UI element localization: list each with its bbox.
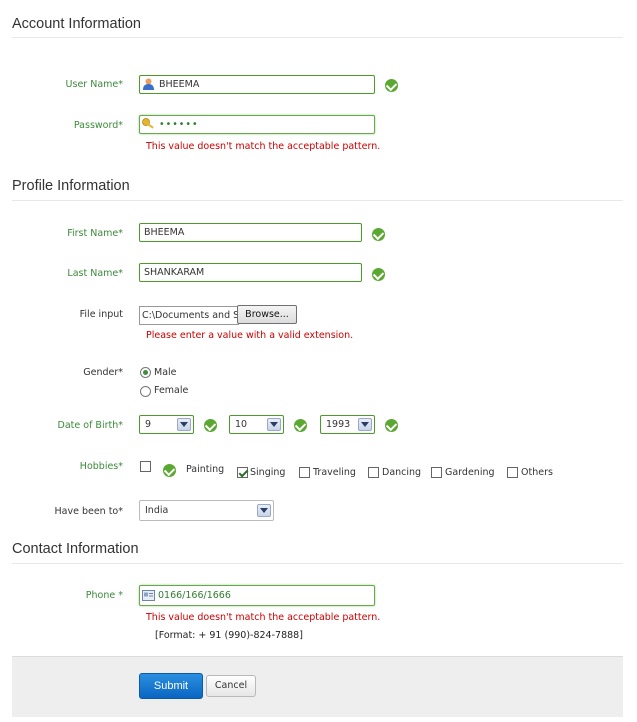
divider xyxy=(12,37,623,38)
dob-year-value: 1993 xyxy=(326,419,351,430)
dob-month-value: 10 xyxy=(235,419,248,430)
phone-field[interactable]: 0166/166/1666 xyxy=(139,585,375,606)
hobby-traveling-checkbox[interactable] xyxy=(299,467,310,478)
phone-format-hint: [Format: + 91 (990)-824-7888] xyxy=(155,630,303,641)
divider xyxy=(12,563,623,564)
gender-male-label: Male xyxy=(154,367,177,378)
chevron-down-icon[interactable] xyxy=(257,504,271,517)
last-name-field[interactable]: SHANKARAM xyxy=(139,263,362,282)
gender-female-label: Female xyxy=(154,385,189,396)
valid-check-icon xyxy=(385,419,398,432)
hobby-painting-label: Painting xyxy=(186,464,225,475)
been-to-select[interactable]: India xyxy=(139,500,274,521)
password-label: Password* xyxy=(73,120,123,131)
dob-month-select[interactable]: 10 xyxy=(229,415,284,434)
key-icon xyxy=(142,118,155,130)
hobbies-label: Hobbies* xyxy=(79,461,123,472)
gender-female-radio[interactable] xyxy=(140,386,151,397)
browse-button[interactable]: Browse... xyxy=(237,305,297,324)
dob-day-select[interactable]: 9 xyxy=(139,415,194,434)
section-title-contact: Contact Information xyxy=(12,541,139,557)
valid-check-icon xyxy=(204,419,217,432)
username-field[interactable]: BHEEMA xyxy=(139,75,375,94)
last-name-label: Last Name* xyxy=(67,268,123,279)
chevron-down-icon[interactable] xyxy=(177,418,191,431)
cancel-button[interactable]: Cancel xyxy=(206,675,256,697)
divider xyxy=(12,200,623,201)
phone-value: 0166/166/1666 xyxy=(158,590,231,601)
password-value: •••••• xyxy=(159,119,199,130)
file-input-field[interactable]: C:\Documents and S xyxy=(139,306,239,325)
valid-check-icon xyxy=(372,268,385,281)
file-error: Please enter a value with a valid extens… xyxy=(146,330,354,341)
chevron-down-icon[interactable] xyxy=(267,418,281,431)
valid-check-icon xyxy=(385,79,398,92)
hobby-singing-checkbox[interactable] xyxy=(237,467,248,478)
hobby-gardening-label: Gardening xyxy=(445,467,495,478)
valid-check-icon xyxy=(372,228,385,241)
gender-male-radio[interactable] xyxy=(140,367,151,378)
hobby-gardening-checkbox[interactable] xyxy=(431,467,442,478)
hobby-dancing-label: Dancing xyxy=(382,467,422,478)
username-label: User Name* xyxy=(65,79,123,90)
user-icon xyxy=(143,78,154,90)
first-name-label: First Name* xyxy=(67,228,123,239)
submit-button[interactable]: Submit xyxy=(139,673,203,699)
dob-day-value: 9 xyxy=(145,419,152,430)
hobby-others-checkbox[interactable] xyxy=(507,467,518,478)
hobby-painting-checkbox[interactable] xyxy=(140,461,151,472)
dob-label: Date of Birth* xyxy=(57,420,123,431)
phone-label: Phone * xyxy=(85,590,123,601)
dob-year-select[interactable]: 1993 xyxy=(320,415,375,434)
hobby-dancing-checkbox[interactable] xyxy=(368,467,379,478)
section-title-profile: Profile Information xyxy=(12,178,130,194)
chevron-down-icon[interactable] xyxy=(358,418,372,431)
file-input-label: File input xyxy=(79,309,123,320)
hobby-singing-label: Singing xyxy=(250,467,286,478)
phone-card-icon xyxy=(142,589,155,601)
password-error: This value doesn't match the acceptable … xyxy=(146,141,381,152)
phone-error: This value doesn't match the acceptable … xyxy=(146,612,381,623)
valid-check-icon xyxy=(294,419,307,432)
hobby-others-label: Others xyxy=(521,467,553,478)
been-to-label: Have been to* xyxy=(54,506,124,517)
been-to-value: India xyxy=(145,505,169,516)
hobby-traveling-label: Traveling xyxy=(313,467,356,478)
gender-label: Gender* xyxy=(83,367,123,378)
section-title-account: Account Information xyxy=(12,16,141,32)
valid-check-icon xyxy=(163,464,176,477)
first-name-field[interactable]: BHEEMA xyxy=(139,223,362,242)
form-actions-bar xyxy=(12,656,623,717)
password-field[interactable]: •••••• xyxy=(139,115,375,134)
username-value: BHEEMA xyxy=(159,79,200,90)
